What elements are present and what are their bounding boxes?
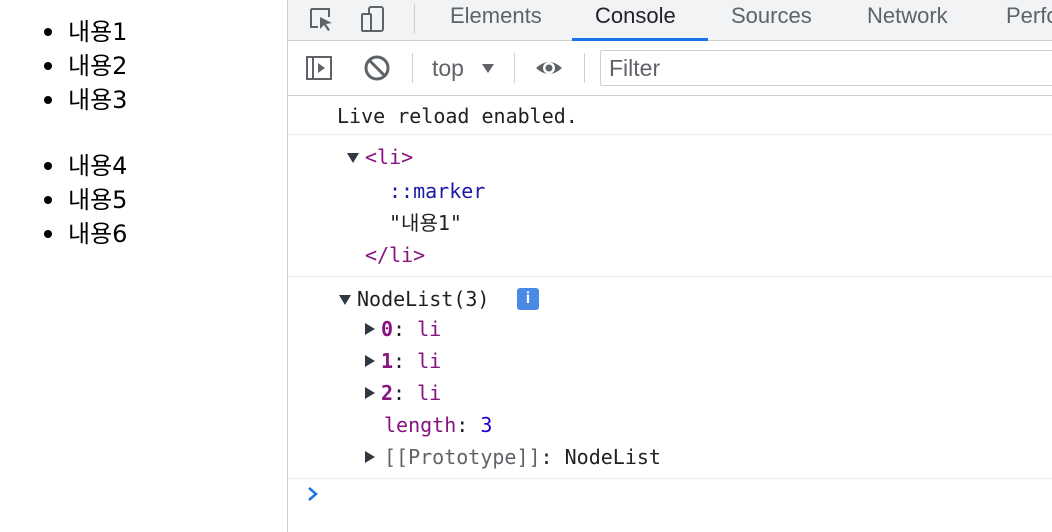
console-output: Live reload enabled. <li> ::marker "내용1"… <box>288 96 1052 532</box>
nodelist-header[interactable]: NodeList(3) <box>357 284 489 314</box>
console-log-text: Live reload enabled. <box>337 104 578 128</box>
console-message: Live reload enabled. <box>288 96 1052 135</box>
context-selector[interactable]: top <box>432 53 464 83</box>
tab-console[interactable]: Console <box>595 0 676 40</box>
nodelist-item[interactable]: 2: li <box>381 378 441 408</box>
element-text-node[interactable]: "내용1" <box>389 208 462 238</box>
console-prompt-icon[interactable] <box>306 484 320 504</box>
tab-sources[interactable]: Sources <box>731 0 812 40</box>
chevron-down-icon[interactable] <box>482 64 494 73</box>
toolbar-divider <box>584 53 585 83</box>
nodelist-prototype[interactable]: [[Prototype]]: NodeList <box>384 442 661 472</box>
bullet-icon <box>44 62 52 70</box>
toolbar-divider <box>414 4 415 34</box>
expand-triangle-icon[interactable] <box>365 323 375 335</box>
element-open-tag[interactable]: <li> <box>365 142 413 172</box>
nodelist-length: length: 3 <box>384 413 493 437</box>
devtools-tabbar: Elements Console Sources Network Perfo <box>288 0 1052 41</box>
bullet-icon <box>44 230 52 238</box>
bullet-icon <box>44 196 52 204</box>
console-toolbar: top <box>288 41 1052 96</box>
tab-performance[interactable]: Perfo <box>1006 0 1052 40</box>
console-message: NodeList(3) i 0: li 1: li 2: li length: … <box>288 277 1052 479</box>
inspect-element-icon[interactable] <box>306 4 336 34</box>
toolbar-divider <box>412 53 413 83</box>
sidebar-toggle-icon[interactable] <box>304 53 334 83</box>
nodelist-item[interactable]: 1: li <box>381 346 441 376</box>
expand-triangle-icon[interactable] <box>339 295 351 305</box>
bullet-icon <box>44 96 52 104</box>
expand-triangle-icon[interactable] <box>365 355 375 367</box>
clear-console-icon[interactable] <box>362 53 392 83</box>
live-expression-eye-icon[interactable] <box>534 53 564 83</box>
expand-triangle-icon[interactable] <box>347 153 359 163</box>
filter-input[interactable] <box>600 50 1052 86</box>
toolbar-divider <box>514 53 515 83</box>
console-message: <li> ::marker "내용1" </li> <box>288 135 1052 277</box>
page-content: 내용1 내용2 내용3 내용4 내용5 내용6 <box>0 0 287 532</box>
nodelist-item[interactable]: 0: li <box>381 314 441 344</box>
devtools-panel: Elements Console Sources Network Perfo t… <box>287 0 1052 532</box>
device-toolbar-icon[interactable] <box>358 4 388 34</box>
expand-triangle-icon[interactable] <box>365 451 375 463</box>
info-icon[interactable]: i <box>517 288 539 310</box>
bullet-icon <box>44 28 52 36</box>
element-marker[interactable]: ::marker <box>389 176 485 206</box>
tab-elements[interactable]: Elements <box>450 0 542 40</box>
expand-triangle-icon[interactable] <box>365 387 375 399</box>
tab-network[interactable]: Network <box>867 0 948 40</box>
bullet-icon <box>44 162 52 170</box>
element-close-tag[interactable]: </li> <box>365 240 425 270</box>
